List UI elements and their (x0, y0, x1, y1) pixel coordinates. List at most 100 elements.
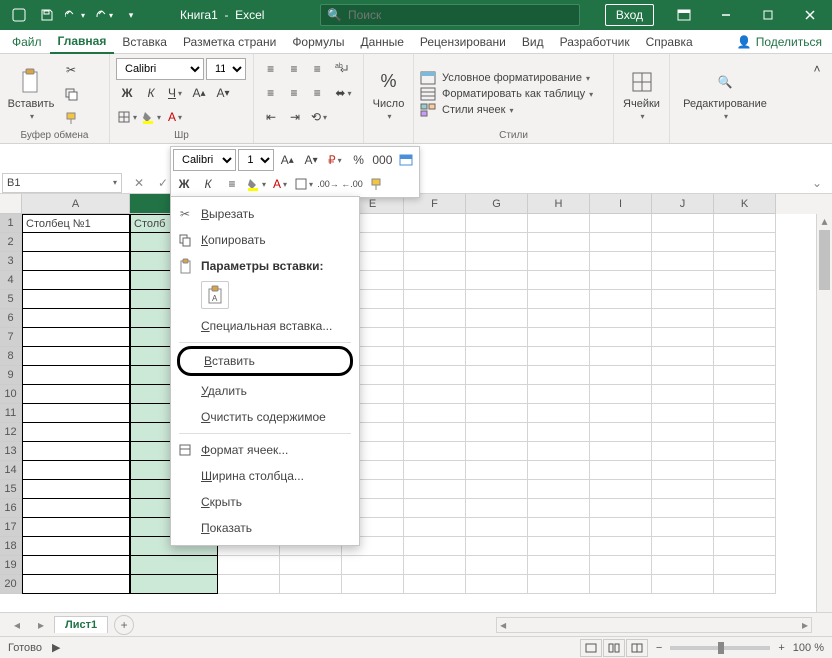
cell[interactable] (528, 480, 590, 499)
column-header[interactable]: G (466, 194, 528, 214)
cell[interactable] (714, 309, 776, 328)
row-header[interactable]: 2 (0, 233, 22, 252)
cell[interactable] (22, 404, 130, 423)
cell[interactable] (590, 518, 652, 537)
copy-icon[interactable] (60, 83, 82, 105)
cell[interactable] (714, 328, 776, 347)
cell[interactable] (404, 556, 466, 575)
cell[interactable] (652, 233, 714, 252)
cm-show[interactable]: Показать (171, 515, 359, 541)
mini-decrease-decimal[interactable]: ←.00 (341, 173, 363, 195)
cell[interactable] (22, 480, 130, 499)
cell[interactable] (466, 423, 528, 442)
zoom-slider[interactable] (670, 646, 770, 650)
cell[interactable] (714, 461, 776, 480)
cell[interactable] (590, 442, 652, 461)
cell[interactable] (22, 347, 130, 366)
mini-percent-format[interactable]: % (348, 149, 370, 171)
cell[interactable] (466, 537, 528, 556)
cell[interactable] (528, 499, 590, 518)
borders-button[interactable]: ▾ (116, 106, 138, 128)
cell[interactable] (714, 537, 776, 556)
grow-font-button[interactable]: A▴ (188, 82, 210, 104)
cell[interactable] (404, 271, 466, 290)
cell[interactable] (528, 404, 590, 423)
name-box[interactable]: B1▾ (2, 173, 122, 193)
cell[interactable] (714, 575, 776, 594)
share-button[interactable]: 👤Поделиться (727, 35, 832, 49)
row-header[interactable]: 19 (0, 556, 22, 575)
cell[interactable] (714, 404, 776, 423)
cell[interactable] (590, 575, 652, 594)
cell[interactable] (22, 461, 130, 480)
cell[interactable] (22, 385, 130, 404)
save-icon[interactable] (34, 2, 60, 28)
cell[interactable] (466, 385, 528, 404)
cell[interactable] (404, 385, 466, 404)
close-button[interactable] (790, 0, 830, 30)
column-header[interactable]: A (22, 194, 130, 214)
paste-button[interactable]: Вставить▾ (6, 58, 56, 130)
align-center[interactable]: ≡ (283, 82, 304, 104)
cell[interactable] (466, 252, 528, 271)
cell[interactable] (528, 518, 590, 537)
cut-icon[interactable]: ✂ (60, 59, 82, 81)
tab-formulas[interactable]: Формулы (284, 30, 352, 54)
decrease-indent[interactable]: ⇤ (260, 106, 282, 128)
zoom-in-button[interactable]: + (778, 642, 784, 654)
row-header[interactable]: 11 (0, 404, 22, 423)
align-middle[interactable]: ≡ (283, 58, 304, 80)
autosave-toggle[interactable] (6, 2, 32, 28)
cell[interactable] (528, 537, 590, 556)
column-header[interactable]: K (714, 194, 776, 214)
cell[interactable] (466, 518, 528, 537)
cell[interactable] (22, 290, 130, 309)
cell[interactable] (714, 233, 776, 252)
collapse-ribbon-button[interactable]: ˄ (806, 58, 828, 80)
mini-format-painter[interactable] (365, 173, 387, 195)
row-header[interactable]: 6 (0, 309, 22, 328)
cell[interactable] (714, 499, 776, 518)
cell[interactable] (652, 575, 714, 594)
cell[interactable] (590, 328, 652, 347)
tab-help[interactable]: Справка (638, 30, 701, 54)
mini-accounting-format[interactable]: ₽▾ (324, 149, 346, 171)
zoom-out-button[interactable]: − (656, 642, 662, 654)
cell[interactable] (590, 404, 652, 423)
row-header[interactable]: 14 (0, 461, 22, 480)
cell[interactable] (466, 309, 528, 328)
cell[interactable] (714, 442, 776, 461)
cell[interactable] (22, 442, 130, 461)
cell[interactable] (466, 442, 528, 461)
cell[interactable] (528, 233, 590, 252)
cell[interactable] (466, 328, 528, 347)
merge-button[interactable]: ⬌▾ (330, 82, 357, 104)
horizontal-scrollbar[interactable]: ◂ ▸ (496, 617, 812, 633)
cell[interactable] (652, 442, 714, 461)
mini-shrink-font[interactable]: A▾ (300, 149, 322, 171)
zoom-level[interactable]: 100 % (793, 642, 824, 654)
mini-grow-font[interactable]: A▴ (276, 149, 298, 171)
mini-font-color[interactable]: A▾ (269, 173, 291, 195)
cell[interactable] (130, 575, 218, 594)
cell[interactable] (404, 461, 466, 480)
cell[interactable] (652, 290, 714, 309)
cell[interactable] (528, 290, 590, 309)
cell[interactable] (404, 518, 466, 537)
cm-insert[interactable]: Вставить (177, 346, 353, 376)
undo-icon[interactable]: ▾ (62, 2, 88, 28)
mini-borders[interactable]: ▾ (293, 173, 315, 195)
row-header[interactable]: 8 (0, 347, 22, 366)
cell[interactable] (404, 537, 466, 556)
cell[interactable] (590, 290, 652, 309)
tab-data[interactable]: Данные (353, 30, 412, 54)
cell[interactable] (466, 556, 528, 575)
paste-option-default[interactable]: A (201, 281, 229, 309)
cell[interactable] (466, 461, 528, 480)
column-header[interactable]: H (528, 194, 590, 214)
cell[interactable] (22, 233, 130, 252)
cell[interactable] (404, 442, 466, 461)
cell[interactable] (652, 309, 714, 328)
cell[interactable] (590, 499, 652, 518)
cell[interactable] (528, 252, 590, 271)
